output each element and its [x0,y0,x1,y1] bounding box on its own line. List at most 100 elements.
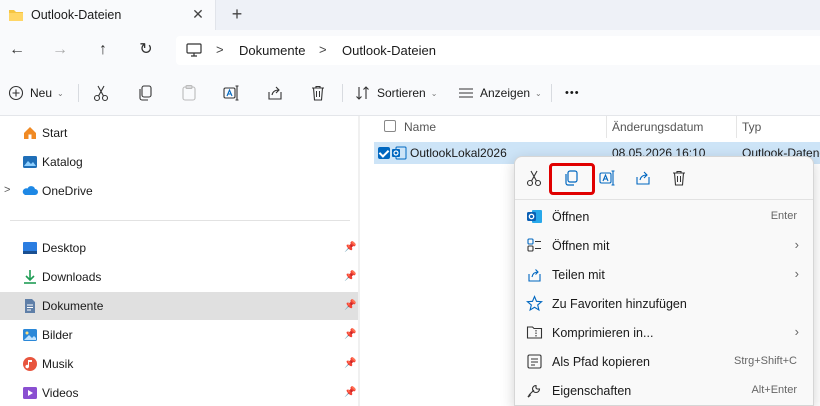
home-icon [22,125,38,141]
archive-icon [526,324,543,341]
new-label: Neu [30,86,53,100]
row-checkbox[interactable] [378,147,390,159]
menu-item-oeffnen[interactable]: Öffnen Enter [515,202,813,231]
context-menu: Öffnen Enter Öffnen mit › Teilen mit › Z… [514,156,814,406]
copy-icon [139,85,152,101]
sidebar-item-label: Videos [42,386,79,400]
back-button[interactable]: ← [7,40,27,60]
delete-button[interactable] [309,83,327,103]
delete-action-button[interactable] [670,169,690,189]
menu-item-eigenschaften[interactable]: Eigenschaften Alt+Enter [515,376,813,405]
sort-icon [356,86,369,100]
sidebar-item-desktop[interactable]: Desktop 📌 [0,234,358,262]
menu-item-label: Zu Favoriten hinzufügen [552,297,687,311]
close-tab-button[interactable]: ✕ [190,6,206,23]
divider [78,84,79,102]
paste-button[interactable] [180,83,198,103]
pin-icon[interactable]: 📌 [344,271,356,282]
sidebar-item-dokumente[interactable]: Dokumente 📌 [0,292,358,320]
cut-button[interactable] [92,83,110,103]
column-divider[interactable] [606,116,607,138]
sidebar-item-label: Musik [42,357,74,371]
rename-action-button[interactable] [598,169,618,189]
menu-item-komprimieren[interactable]: Komprimieren in... › [515,318,813,347]
cut-action-button[interactable] [525,169,545,189]
new-button[interactable]: Neu ⌄ [8,83,64,103]
chevron-right-icon: > [319,42,327,57]
videos-icon [22,385,38,401]
sidebar-item-musik[interactable]: Musik 📌 [0,350,358,378]
scissors-icon [526,170,542,187]
menu-item-label: Öffnen [552,210,590,224]
copy-button[interactable] [136,83,154,103]
menu-item-label: Teilen mit [552,268,605,282]
sidebar-item-downloads[interactable]: Downloads 📌 [0,263,358,291]
chevron-right-icon[interactable]: > [4,184,10,196]
title-bar: Outlook-Dateien ✕ + [0,0,820,30]
copy-icon [565,170,578,186]
pin-icon[interactable]: 📌 [344,358,356,369]
chevron-right-icon: › [794,266,799,281]
breadcrumb-outlook-dateien[interactable]: Outlook-Dateien [342,43,436,58]
trash-icon [312,85,324,101]
up-button[interactable]: ↑ [93,40,113,60]
sidebar-item-bilder[interactable]: Bilder 📌 [0,321,358,349]
menu-item-teilen-mit[interactable]: Teilen mit › [515,260,813,289]
pin-icon[interactable]: 📌 [344,387,356,398]
new-tab-button[interactable]: + [228,4,246,25]
divider [515,199,813,200]
column-header-type[interactable]: Typ [742,120,761,142]
column-header-name[interactable]: Name [404,120,436,142]
outlook-icon [526,208,543,225]
scissors-icon [93,85,109,102]
forward-button[interactable]: → [50,40,70,60]
sort-button[interactable]: Sortieren ⌄ [355,83,437,103]
menu-item-shortcut: Strg+Shift+C [734,355,797,367]
tab-title: Outlook-Dateien [31,8,122,22]
clipboard-icon [182,84,196,101]
copy-action-button[interactable] [562,169,582,189]
share-action-button[interactable] [634,169,654,189]
sidebar-item-onedrive[interactable]: > OneDrive [0,177,358,205]
file-name: OutlookLokal2026 [410,146,507,160]
sidebar-item-videos[interactable]: Videos 📌 [0,379,358,406]
rename-button[interactable] [222,83,240,103]
chevron-down-icon: ⌄ [57,88,64,98]
pin-icon[interactable]: 📌 [344,329,356,340]
context-menu-quick-actions [515,157,813,199]
desktop-icon [22,240,38,256]
sidebar-item-label: Desktop [42,241,87,255]
plus-circle-icon [8,85,24,101]
breadcrumb-dokumente[interactable]: Dokumente [239,43,305,58]
folder-icon [8,8,24,25]
menu-item-favoriten[interactable]: Zu Favoriten hinzufügen [515,289,813,318]
more-options-button[interactable]: ••• [565,83,580,103]
pin-icon[interactable]: 📌 [344,242,356,253]
column-header-date[interactable]: Änderungsdatum [612,120,703,142]
address-bar[interactable]: > Dokumente > Outlook-Dateien [176,36,820,65]
sidebar-item-start[interactable]: Start [0,119,358,147]
trash-icon [673,170,685,186]
sidebar-item-label: Bilder [42,328,73,342]
menu-item-als-pfad-kopieren[interactable]: Als Pfad kopieren Strg+Shift+C [515,347,813,376]
sidebar-item-label: Dokumente [42,299,104,313]
chevron-down-icon: ⌄ [430,88,438,98]
menu-item-shortcut: Alt+Enter [751,384,797,396]
share-icon [636,171,650,185]
sidebar-item-label: Katalog [42,155,83,169]
menu-item-shortcut: Enter [770,210,797,222]
tab-outlook-dateien[interactable]: Outlook-Dateien ✕ [0,0,216,30]
column-divider[interactable] [736,116,737,138]
refresh-button[interactable]: ↻ [136,40,156,60]
view-label: Anzeigen [480,86,531,100]
divider [10,220,350,221]
sidebar-scrollbar[interactable] [358,116,360,406]
menu-item-oeffnen-mit[interactable]: Öffnen mit › [515,231,813,260]
sidebar-item-katalog[interactable]: Katalog [0,148,358,176]
menu-item-label: Öffnen mit [552,239,610,253]
view-button[interactable]: Anzeigen ⌄ [458,83,542,103]
share-button[interactable] [266,83,284,103]
select-all-checkbox[interactable] [384,120,396,132]
pin-icon[interactable]: 📌 [344,300,356,311]
chevron-right-icon: > [216,42,224,57]
